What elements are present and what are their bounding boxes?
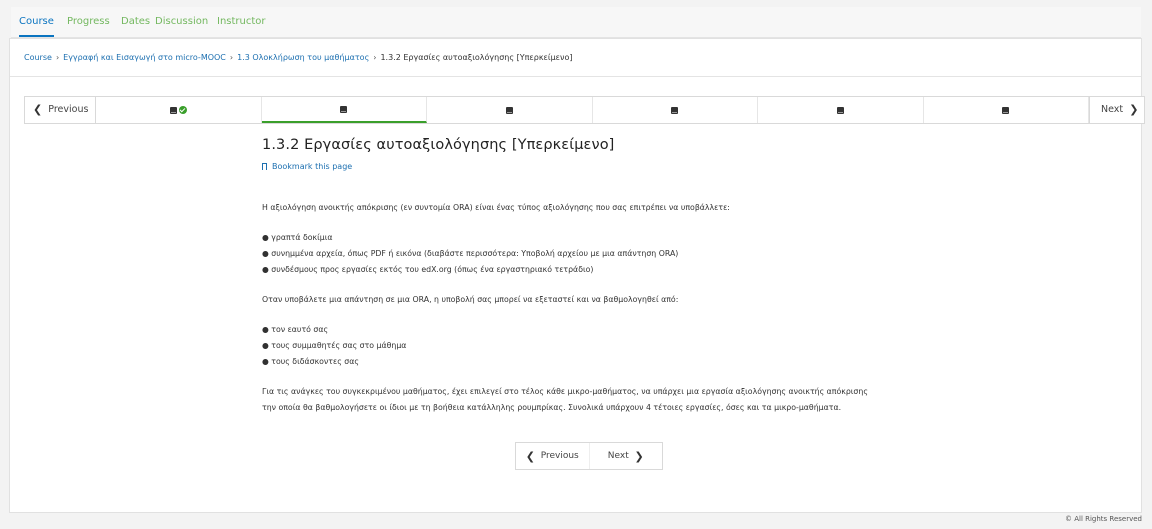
check-circle-icon [178, 106, 187, 114]
breadcrumb-subsection[interactable]: 1.3 Ολοκλήρωση του μαθήματος [237, 53, 369, 62]
bookmark-icon [262, 163, 267, 170]
tab-instructor[interactable]: Instructor [217, 7, 266, 37]
course-panel: Course › Εγγραφή και Εισαγωγή στο micro-MO… [9, 38, 1145, 513]
sequence-nav: ❮ Previous Next ❯ [24, 96, 1145, 124]
footer-copyright: © All Rights Reserved [1064, 515, 1142, 523]
page-title: 1.3.2 Εργασίες αυτοαξιολόγησης [Υπερκείμ… [262, 137, 615, 153]
sequence-next-label: Next [1101, 104, 1124, 115]
list-item: ● τους συμμαθητές σας στο μάθημα [262, 341, 407, 350]
unit-content: 1.3.2 Εργασίες αυτοαξιολόγησης [Υπερκείμ… [262, 137, 942, 412]
bottom-next-label: Next [607, 451, 629, 461]
bottom-nav: ❮ Previous Next ❯ [515, 442, 663, 470]
chevron-right-icon: ❯ [1129, 103, 1139, 116]
paragraph-text: Οταν υποβάλετε μια απάντηση σε μια ORA, … [262, 295, 679, 304]
divider [10, 76, 1141, 77]
breadcrumb-separator: › [229, 53, 234, 62]
bottom-next-button[interactable]: Next ❯ [588, 443, 663, 469]
tab-dates[interactable]: Dates [121, 7, 150, 37]
chevron-left-icon: ❮ [525, 449, 535, 463]
sequence-unit-5[interactable] [758, 97, 924, 123]
chevron-right-icon: ❯ [634, 449, 644, 463]
course-tabs: Course Progress Dates Discussion Instruc… [11, 7, 1141, 38]
tab-discussion[interactable]: Discussion [155, 7, 208, 37]
list-item: ● γραπτά δοκίμια [262, 233, 333, 242]
list-item: ● τον εαυτό σας [262, 325, 329, 334]
book-icon [1002, 106, 1010, 114]
book-icon [169, 106, 177, 114]
bookmark-label: Bookmark this page [272, 162, 353, 171]
sequence-unit-4[interactable] [593, 97, 758, 123]
breadcrumb-section[interactable]: Εγγραφή και Εισαγωγή στο micro-MOOC [63, 53, 226, 62]
sequence-unit-6[interactable] [924, 97, 1089, 123]
sequence-unit-2[interactable] [261, 97, 427, 123]
tab-course[interactable]: Course [19, 7, 54, 37]
sequence-next-button[interactable]: Next ❯ [1089, 97, 1144, 123]
breadcrumb-current: 1.3.2 Εργασίες αυτοαξιολόγησης [Υπερκείμ… [380, 53, 573, 62]
paragraph-text: την οποία θα βαθμολογήσετε οι ίδιοι με τ… [262, 403, 842, 412]
book-icon [671, 106, 679, 114]
list-item: ● τους διδάσκοντες σας [262, 357, 359, 366]
breadcrumb-separator: › [373, 53, 377, 62]
book-icon [836, 106, 844, 114]
bottom-previous-label: Previous [540, 451, 579, 461]
chevron-left-icon: ❮ [33, 103, 43, 116]
list-item: ● συνδέσμους προς εργασίες εκτός του edX… [262, 265, 594, 274]
sequence-unit-3[interactable] [427, 97, 593, 123]
bottom-previous-button[interactable]: ❮ Previous [516, 443, 589, 469]
tab-progress[interactable]: Progress [67, 7, 110, 37]
paragraph-text: Για τις ανάγκες του συγκεκριμένου μαθήμα… [262, 387, 868, 396]
bookmark-button[interactable]: Bookmark this page [262, 162, 942, 171]
breadcrumb-course[interactable]: Course [24, 53, 52, 62]
list-item: ● συνημμένα αρχεία, όπως PDF ή εικόνα (δ… [262, 249, 679, 258]
sequence-unit-1[interactable] [96, 97, 262, 123]
intro-text: Η αξιολόγηση ανοικτής απόκρισης (εν συντ… [262, 203, 730, 212]
breadcrumb: Course › Εγγραφή και Εισαγωγή στο micro-MO… [24, 53, 572, 62]
book-icon [505, 106, 513, 114]
book-icon [340, 105, 348, 113]
sequence-previous-button[interactable]: ❮ Previous [25, 97, 96, 123]
breadcrumb-separator: › [55, 53, 60, 62]
sequence-previous-label: Previous [48, 104, 89, 115]
